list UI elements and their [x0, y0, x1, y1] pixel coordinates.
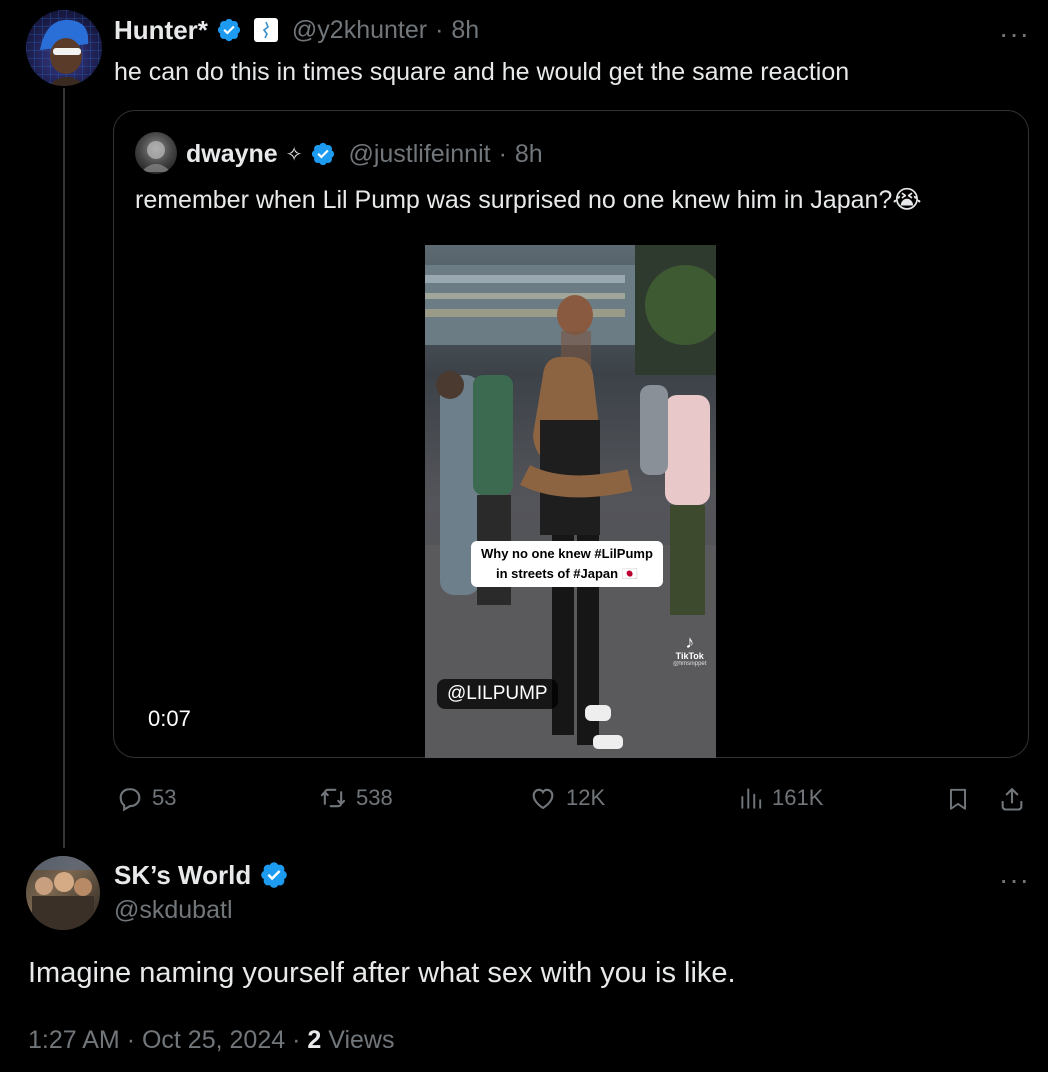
video-player[interactable]: Why no one knew #LilPump in streets of #…: [425, 245, 716, 758]
video-caption: Why no one knew #LilPump in streets of #…: [471, 541, 663, 588]
bookmark-button[interactable]: [945, 784, 971, 819]
reply-date[interactable]: Oct 25, 2024: [142, 1026, 285, 1054]
repost-icon: [320, 788, 346, 808]
author-name[interactable]: Hunter*: [114, 15, 208, 46]
post-text: he can do this in times square and he wo…: [114, 58, 850, 86]
tiktok-label: TikTok: [675, 651, 704, 661]
video-caption-line1: Why no one knew #LilPump: [481, 546, 653, 561]
author-handle[interactable]: @y2khunter: [292, 16, 427, 45]
verified-badge-icon: [312, 142, 335, 166]
more-icon[interactable]: ···: [999, 866, 1030, 894]
author-avatar[interactable]: [26, 10, 102, 86]
header-separator: ·: [435, 15, 444, 44]
meta-separator: ·: [126, 1026, 136, 1054]
views-count: 161K: [772, 785, 824, 810]
more-icon[interactable]: ···: [999, 20, 1030, 48]
quote-header-separator: ·: [498, 139, 507, 168]
reply-author-name[interactable]: SK’s World: [114, 860, 251, 891]
tiktok-logo-icon: ♪: [685, 632, 695, 652]
tiktok-handle: @fimsnippet: [673, 661, 707, 667]
affiliate-badge-icon[interactable]: [253, 18, 278, 42]
reply-author-avatar[interactable]: [26, 856, 100, 930]
quote-header: dwayne ✧ @justlifeinnit · 8h: [186, 138, 543, 170]
meta-separator: ·: [292, 1026, 301, 1054]
post-time[interactable]: 8h: [451, 16, 479, 45]
post-header: Hunter* @y2khunter · 8h: [114, 13, 479, 47]
video-tag: @LILPUMP: [437, 679, 558, 709]
quote-author-suffix: ✧: [285, 143, 303, 166]
views-button[interactable]: 161K: [738, 784, 823, 812]
quote-time: 8h: [514, 139, 543, 168]
share-button[interactable]: [998, 784, 1026, 819]
reply-button[interactable]: 53: [116, 784, 176, 812]
quote-author-handle: @justlifeinnit: [348, 139, 491, 168]
video-caption-line2: in streets of #Japan 🇯🇵: [496, 566, 638, 582]
reply-text: Imagine naming yourself after what sex w…: [28, 957, 736, 989]
thread-line: [63, 88, 65, 848]
like-count: 12K: [566, 785, 606, 810]
reply-views-count: 2: [307, 1026, 322, 1054]
reply-views-label: Views: [328, 1026, 395, 1054]
reply-header: SK’s World: [114, 858, 289, 892]
video-duration: 0:07: [148, 706, 191, 731]
tiktok-watermark: ♪ TikTok @fimsnippet: [673, 633, 706, 667]
verified-badge-icon[interactable]: [216, 17, 242, 43]
verified-badge-icon[interactable]: [259, 860, 289, 890]
like-icon: [532, 788, 554, 810]
views-icon: [741, 788, 762, 809]
repost-count: 538: [356, 785, 393, 810]
bookmark-icon: [949, 788, 967, 810]
like-button[interactable]: 12K: [528, 784, 605, 812]
reply-author-handle[interactable]: @skdubatl: [114, 896, 233, 925]
reply-meta: 1:27 AM · Oct 25, 2024 · 2 Views: [28, 1026, 394, 1055]
quote-text: remember when Lil Pump was surprised no …: [135, 186, 922, 214]
repost-button[interactable]: 538: [318, 784, 393, 812]
quote-author-name: dwayne: [186, 139, 278, 168]
reply-count: 53: [152, 785, 177, 810]
quote-author-avatar: [135, 132, 177, 174]
share-icon: [1001, 788, 1023, 811]
reply-icon: [119, 788, 141, 812]
reply-time[interactable]: 1:27 AM: [28, 1026, 120, 1054]
